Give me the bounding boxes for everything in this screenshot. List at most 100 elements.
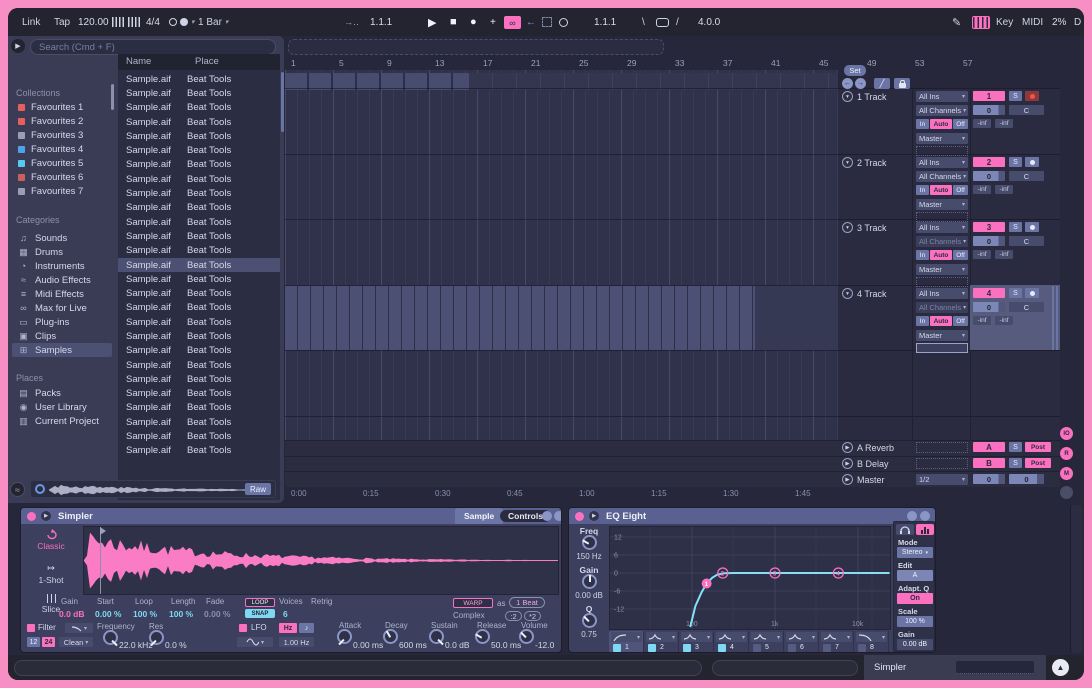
voices-value[interactable]: 6 (283, 609, 288, 619)
return-track-name[interactable]: B Delay (857, 459, 889, 469)
solo-button[interactable]: S (1009, 288, 1022, 298)
env-release-knob[interactable] (475, 629, 490, 644)
eq-band-5[interactable]: ▾5 (749, 631, 784, 653)
eq-band-3-shape-menu[interactable]: ▾ (681, 632, 712, 642)
send-b-field[interactable]: -inf (995, 185, 1013, 194)
sidebar-item-packs[interactable]: ▤Packs (12, 386, 112, 400)
arm-record-button[interactable] (1025, 222, 1039, 232)
file-row[interactable]: Sample.aifBeat Tools (118, 86, 280, 100)
midi-map-button[interactable]: MIDI (1022, 8, 1043, 36)
send-b-field[interactable]: -inf (995, 250, 1013, 259)
filter-checkbox[interactable] (27, 624, 35, 632)
warp-half-button[interactable]: :2 (505, 611, 522, 621)
arrangement-position-field[interactable]: 1.1.1 (370, 8, 392, 36)
env-attack-value[interactable]: 0.00 ms (353, 640, 383, 650)
eq-band-7-checkbox[interactable] (823, 644, 831, 652)
file-row[interactable]: Sample.aifBeat Tools (118, 215, 280, 229)
track-channel-chooser[interactable]: All Channels (916, 302, 968, 313)
eq-band-2[interactable]: ▾2 (644, 631, 679, 653)
sidebar-item-favourites-4[interactable]: Favourites 4 (12, 142, 112, 156)
arm-record-button[interactable] (1025, 91, 1039, 101)
eq-band-1-shape-menu[interactable]: ▾ (611, 632, 642, 642)
monitor-in-button[interactable]: In (916, 250, 929, 260)
param-gain-value[interactable]: 0.0 dB (59, 609, 85, 619)
lfo-sync-button[interactable]: ♪ (299, 623, 314, 633)
time-signature-field[interactable]: 4/4 (146, 8, 160, 36)
file-row[interactable]: Sample.aifBeat Tools (118, 244, 280, 258)
eq-curve-display[interactable]: 1260-6-121001k10k1234 (609, 526, 891, 630)
sidebar-item-drums[interactable]: ▦Drums (12, 245, 112, 259)
sidebar-item-max-for-live[interactable]: ∞Max for Live (12, 301, 112, 315)
env-sustain-value[interactable]: 0.0 dB (445, 640, 470, 650)
monitor-off-button[interactable]: Off (953, 185, 968, 195)
track-name[interactable]: 1 Track (857, 92, 887, 102)
mode-one-shot[interactable]: ↦ 1-Shot (25, 563, 77, 585)
monitor-auto-button[interactable]: Auto (930, 250, 952, 260)
eq-band-6[interactable]: ▾6 (784, 631, 819, 653)
device-view-scroll-strip[interactable] (1070, 505, 1082, 653)
track-pan-knob[interactable]: C (1009, 302, 1044, 312)
track-fold-button[interactable]: ▾ (842, 157, 853, 168)
play-button[interactable]: ▶ (428, 8, 436, 36)
file-row[interactable]: Sample.aifBeat Tools (118, 158, 280, 172)
file-row[interactable]: Sample.aifBeat Tools (118, 172, 280, 186)
send-b-field[interactable]: -inf (995, 119, 1013, 128)
track-name-field[interactable] (916, 343, 968, 353)
file-row[interactable]: Sample.aifBeat Tools (118, 229, 280, 243)
lfo-rate-field[interactable]: 1.00 Hz (279, 637, 314, 647)
eq-output-gain-field[interactable]: 0.00 dB (897, 639, 933, 650)
eq-gain-knob[interactable] (582, 574, 597, 589)
param-length-value[interactable]: 100 % (169, 609, 193, 619)
track-channel-chooser[interactable]: All Channels (916, 105, 968, 116)
track-output-chooser[interactable]: Master (916, 264, 968, 275)
sidebar-item-sounds[interactable]: ♫Sounds (12, 231, 112, 245)
pre-post-toggle[interactable]: Post (1025, 442, 1051, 452)
track-output-chooser[interactable]: Master (916, 199, 968, 210)
sidebar-item-favourites-7[interactable]: Favourites 7 (12, 184, 112, 198)
sidebar-item-favourites-5[interactable]: Favourites 5 (12, 156, 112, 170)
sidebar-item-audio-effects[interactable]: ≈Audio Effects (12, 273, 112, 287)
file-row[interactable]: Sample.aifBeat Tools (118, 201, 280, 215)
file-row[interactable]: Sample.aifBeat Tools (118, 286, 280, 300)
lfo-hz-button[interactable]: Hz (279, 623, 297, 633)
preview-toggle-icon[interactable]: ≈ (10, 482, 25, 497)
return-fold-button[interactable]: ▶ (842, 442, 853, 453)
master-track-name[interactable]: Master (857, 475, 885, 485)
scrub-area[interactable] (288, 39, 664, 55)
filter-res-value[interactable]: 0.0 % (165, 640, 187, 650)
sidebar-item-midi-effects[interactable]: ≡Midi Effects (12, 287, 112, 301)
env-decay-knob[interactable] (383, 629, 398, 644)
monitor-auto-button[interactable]: Auto (930, 185, 952, 195)
sidebar-item-user-library[interactable]: ◉User Library (12, 400, 112, 414)
eq-band-2-shape-menu[interactable]: ▾ (646, 632, 677, 642)
track-input-chooser[interactable]: All Ins (916, 288, 968, 299)
env-volume-knob[interactable] (519, 629, 534, 644)
quantization-menu[interactable]: 1 Bar▾ (198, 8, 228, 36)
send-a-field[interactable]: -inf (973, 316, 991, 325)
track4-clips[interactable] (285, 286, 755, 350)
monitor-in-button[interactable]: In (916, 185, 929, 195)
monitor-off-button[interactable]: Off (953, 119, 968, 129)
param-fade-value[interactable]: 0.00 % (204, 609, 230, 619)
track-pan-knob[interactable]: C (1009, 171, 1044, 181)
arm-record-button[interactable] (1025, 157, 1039, 167)
file-row[interactable]: Sample.aifBeat Tools (118, 429, 280, 443)
device-on-led[interactable] (27, 512, 36, 521)
mixer-section-toggle-extra[interactable] (1060, 486, 1073, 499)
loop-start-field[interactable]: 1.1.1 (594, 8, 616, 36)
warp-beat-button[interactable]: 1 Beat (509, 597, 545, 608)
solo-button[interactable]: S (1009, 157, 1022, 167)
analyze-button[interactable] (916, 524, 934, 535)
solo-button[interactable]: S (1009, 222, 1022, 232)
mixer-section-toggle-m[interactable]: M (1060, 467, 1073, 480)
filter-freq-value[interactable]: 22.0 kHz (119, 640, 153, 650)
track-name[interactable]: 3 Track (857, 223, 887, 233)
hot-swap-icon[interactable] (542, 511, 552, 521)
warp-toggle[interactable]: WARP (453, 598, 493, 608)
track-channel-chooser[interactable]: All Channels (916, 236, 968, 247)
eq-band-3-checkbox[interactable] (683, 644, 691, 652)
search-input[interactable]: Search (Cmd + F) (30, 39, 276, 55)
filter-freq-knob[interactable] (103, 630, 118, 645)
monitor-auto-button[interactable]: Auto (930, 316, 952, 326)
return-track-name[interactable]: A Reverb (857, 443, 894, 453)
